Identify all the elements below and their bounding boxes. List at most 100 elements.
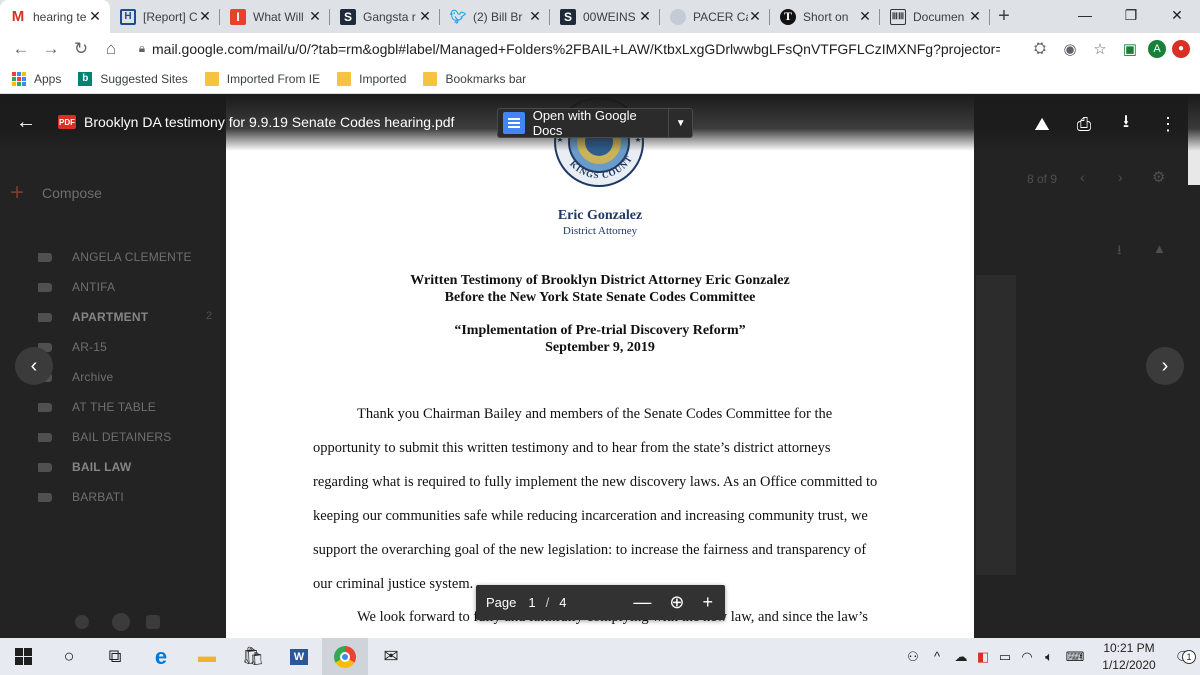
label-item[interactable]: BARBATI (38, 487, 124, 507)
reload-icon[interactable]: ↻ (66, 35, 96, 63)
tab-gangsta[interactable]: S Gangsta r ✕ (330, 0, 440, 33)
close-tab-icon[interactable]: ✕ (638, 8, 652, 25)
print-icon[interactable]: ⎙ (1072, 114, 1096, 135)
close-tab-icon[interactable]: ✕ (88, 8, 102, 25)
tab-what-will[interactable]: I What Will ✕ (220, 0, 330, 33)
tab-short-on[interactable]: T Short on ✕ (770, 0, 880, 33)
next-attachment-arrow-icon[interactable]: › (1146, 347, 1184, 385)
back-icon[interactable]: ← (6, 35, 36, 63)
extension-eye-icon[interactable]: ◉ (1058, 37, 1082, 61)
bookmark-imported[interactable]: Imported (337, 71, 406, 86)
close-viewer-arrow-icon[interactable]: ← (16, 111, 48, 134)
district-attorney-name: Eric Gonzalez (557, 208, 643, 223)
body-text-line: support the overarching goal of the new … (313, 542, 867, 558)
bookmark-label: Suggested Sites (100, 71, 188, 86)
translate-icon[interactable]: ⛭ (1028, 37, 1052, 61)
tab-gmail[interactable]: M hearing te ✕ (0, 0, 110, 33)
zoom-out-icon[interactable]: — (633, 592, 651, 613)
hangouts-avatar-icon[interactable] (75, 615, 89, 629)
more-options-icon[interactable]: ⋮ (1156, 114, 1180, 135)
start-button[interactable] (0, 638, 46, 675)
volume-icon[interactable]: 🔈︎ (1038, 649, 1060, 665)
label-item[interactable]: BAIL DETAINERS (38, 427, 172, 447)
people-icon[interactable]: ⚇ (902, 649, 924, 665)
previous-attachment-arrow-icon[interactable]: ‹ (15, 347, 53, 385)
message-page-counter: 8 of 9 (1027, 172, 1058, 186)
address-bar[interactable]: 🔒︎ mail.google.com/mail/u/0/?tab=rm&ogbl… (132, 35, 1000, 62)
zoom-fit-icon[interactable]: ⊕ (669, 592, 684, 613)
phone-icon[interactable] (146, 615, 160, 629)
open-with-google-docs-button[interactable]: Open with Google Docs ▼ (497, 108, 693, 138)
chevron-down-icon[interactable]: ▼ (668, 109, 692, 137)
close-tab-icon[interactable]: ✕ (528, 8, 542, 25)
tab-title: Short on (803, 9, 849, 24)
clock[interactable]: 10:21 PM 1/12/2020 (1094, 640, 1164, 674)
label-item[interactable]: BAIL LAW (38, 457, 131, 477)
new-tab-button[interactable]: + (990, 0, 1018, 33)
cortana-search-icon[interactable]: ○ (46, 638, 92, 675)
drive-icon[interactable]: ▲ (1153, 241, 1166, 256)
extension-car-icon[interactable]: ▣ (1118, 37, 1142, 61)
zoom-controls: — ⊕ + (633, 592, 713, 613)
tab-weins[interactable]: S 00WEINS ✕ (550, 0, 660, 33)
settings-gear-icon[interactable]: ⚙ (1152, 168, 1165, 186)
label-item[interactable]: APARTMENT (38, 307, 148, 327)
word-icon[interactable]: W (276, 638, 322, 675)
close-tab-icon[interactable]: ✕ (198, 8, 212, 25)
page-zoom-controls: Page 1 / 4 — ⊕ + (476, 585, 725, 620)
task-view-icon[interactable]: ⧉ (92, 638, 138, 675)
apps-grid-icon (12, 71, 26, 86)
close-window-icon[interactable]: ✕ (1154, 0, 1200, 30)
label-item[interactable]: ANGELA CLEMENTE (38, 247, 192, 267)
store-icon[interactable]: 🛍︎ (230, 638, 276, 675)
zoom-in-icon[interactable]: + (702, 592, 713, 613)
show-hidden-icons[interactable]: ^ (924, 649, 950, 664)
tab-document[interactable]: ⅢⅢ Documen ✕ (880, 0, 990, 33)
chrome-icon[interactable] (322, 638, 368, 675)
tab-pacer[interactable]: PACER Ca ✕ (660, 0, 770, 33)
testimony-heading: Written Testimony of Brooklyn District A… (410, 273, 790, 288)
download-icon[interactable]: ⭳ (1117, 241, 1122, 263)
newer-icon[interactable]: › (1118, 169, 1123, 185)
compose-button[interactable]: + Compose (10, 177, 102, 209)
label-name: BAIL DETAINERS (72, 430, 172, 444)
bookmark-star-icon[interactable]: ☆ (1088, 37, 1112, 61)
current-page-input[interactable]: 1 (528, 595, 535, 610)
close-tab-icon[interactable]: ✕ (308, 8, 322, 25)
keyboard-icon[interactable]: ⌨ (1060, 649, 1090, 665)
restore-icon[interactable]: ❐ (1108, 0, 1154, 30)
profile-avatar[interactable]: A (1148, 39, 1166, 58)
close-tab-icon[interactable]: ✕ (968, 8, 982, 25)
mail-icon[interactable]: ✉ (368, 638, 414, 675)
wifi-icon[interactable]: ◠ (1016, 649, 1038, 665)
forward-icon[interactable]: → (36, 35, 66, 63)
download-icon[interactable]: ⭳ (1114, 109, 1138, 139)
action-center-icon[interactable]: 🗨︎ 1 (1168, 648, 1200, 666)
label-item[interactable]: AT THE TABLE (38, 397, 156, 417)
onedrive-icon[interactable]: ☁ (950, 649, 972, 665)
home-icon[interactable]: ⌂ (96, 35, 126, 63)
pacer-icon (670, 8, 686, 25)
close-tab-icon[interactable]: ✕ (858, 8, 872, 25)
minimize-icon[interactable]: — (1062, 0, 1108, 30)
close-tab-icon[interactable]: ✕ (418, 8, 432, 25)
file-explorer-icon[interactable]: ▬ (184, 638, 230, 675)
hangouts-chat-icon[interactable] (112, 613, 130, 631)
bookmark-suggested-sites[interactable]: b Suggested Sites (78, 71, 188, 86)
gmail-icon: M (11, 8, 25, 25)
edge-icon[interactable]: e (138, 638, 184, 675)
antivirus-icon[interactable]: ◧ (972, 649, 994, 665)
bookmark-apps[interactable]: Apps (12, 71, 61, 86)
close-tab-icon[interactable]: ✕ (748, 8, 762, 25)
extension-red-icon[interactable]: ● (1172, 39, 1190, 58)
toolbar-actions: ⛭ ◉ ☆ ▣ A ● (1028, 33, 1190, 64)
add-to-drive-icon[interactable]: ⛰ (1030, 114, 1054, 135)
bookmarks-bar: Apps b Suggested Sites Imported From IE … (0, 64, 1200, 94)
tab-twitter[interactable]: 🐦︎ (2) Bill Br ✕ (440, 0, 550, 33)
label-item[interactable]: ANTIFA (38, 277, 115, 297)
bookmark-bookmarks-bar[interactable]: Bookmarks bar (423, 71, 526, 86)
battery-icon[interactable]: ▭ (994, 649, 1016, 665)
tab-report[interactable]: H [Report] C ✕ (110, 0, 220, 33)
older-icon[interactable]: ‹ (1080, 169, 1085, 185)
bookmark-imported-from-ie[interactable]: Imported From IE (204, 71, 320, 86)
